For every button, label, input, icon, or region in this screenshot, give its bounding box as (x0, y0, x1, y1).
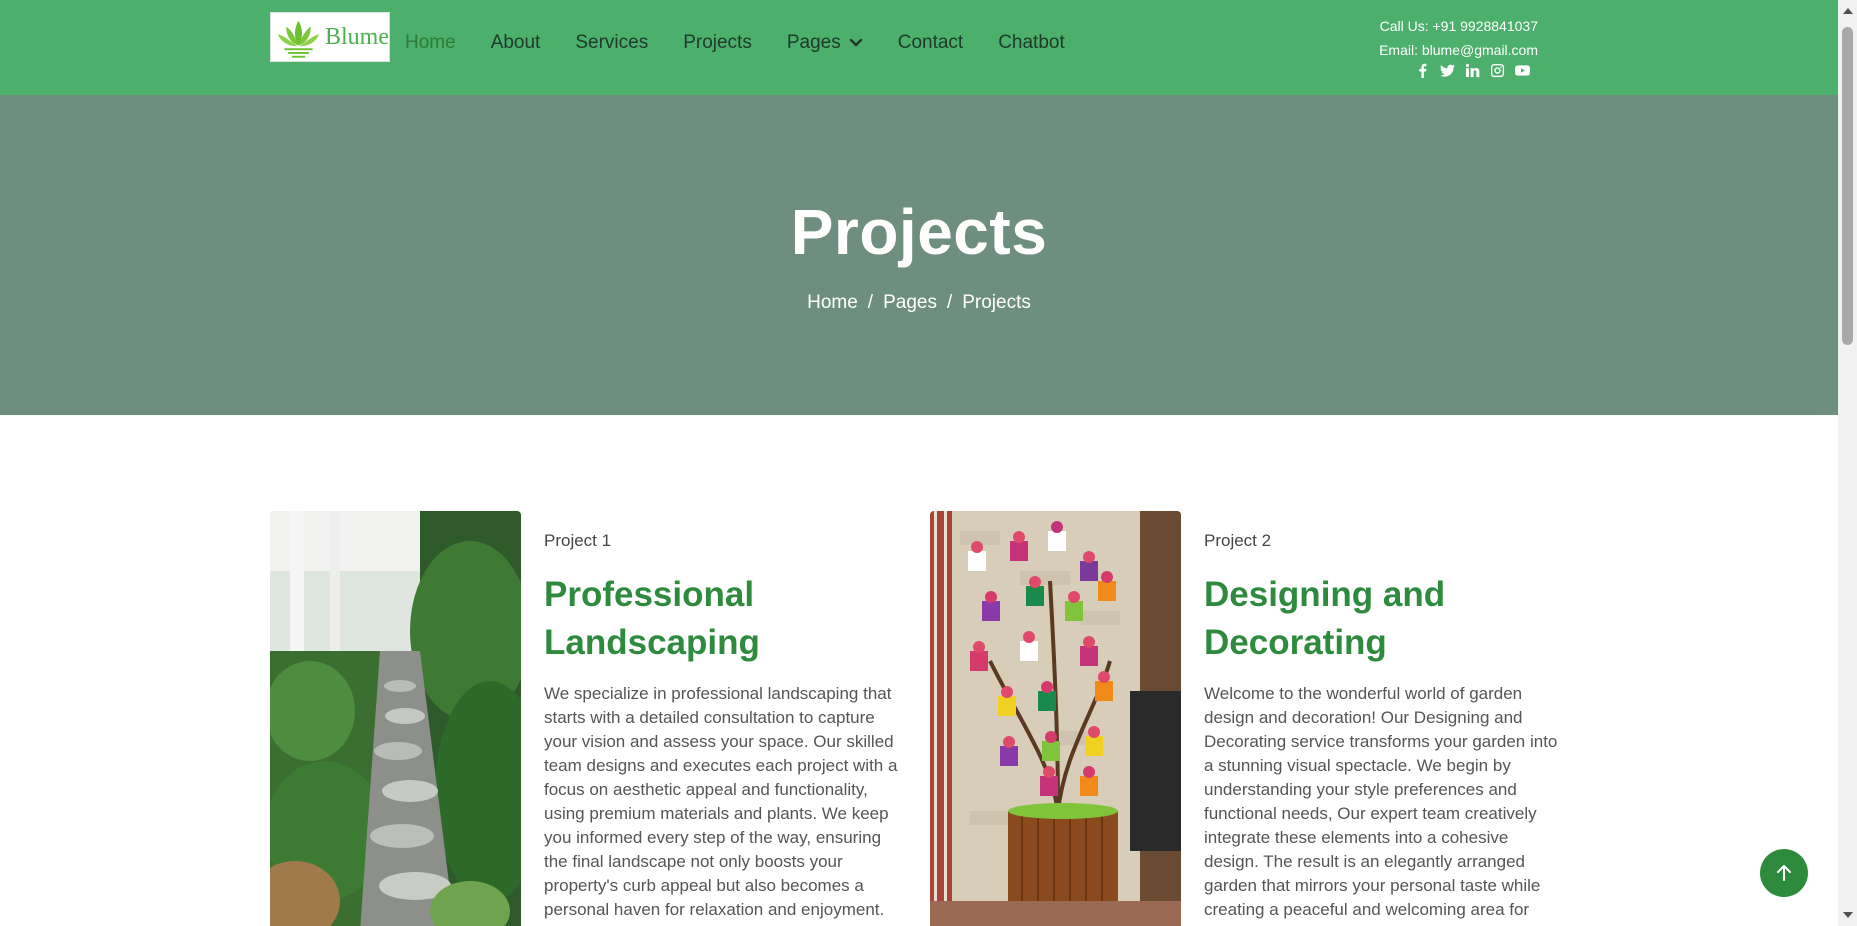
page-scrollbar[interactable] (1838, 0, 1857, 926)
project-2-title-line1: Designing and (1204, 575, 1446, 614)
email-text[interactable]: Email: blume@gmail.com (1379, 38, 1538, 62)
breadcrumb: Home / Pages / Projects (0, 292, 1838, 314)
linkedin-icon[interactable] (1464, 62, 1480, 78)
nav-projects[interactable]: Projects (683, 32, 752, 54)
page-title: Projects (790, 196, 1048, 268)
arrow-up-icon (1777, 865, 1791, 881)
contact-info: Call Us: +91 9928841037 Email: blume@gma… (1379, 14, 1538, 62)
site-logo[interactable]: Blume (270, 12, 390, 62)
page-hero: Projects Home / Pages / Projects (0, 95, 1838, 415)
flower-pot-wall-photo (930, 511, 1181, 926)
project-1-image (270, 511, 521, 926)
breadcrumb-separator: / (946, 292, 953, 313)
breadcrumb-current: Projects (962, 292, 1031, 313)
project-1-title: Professional Landscaping (544, 571, 760, 667)
nav-contact[interactable]: Contact (898, 32, 963, 54)
twitter-icon[interactable] (1439, 62, 1455, 78)
scrollbar-thumb[interactable] (1842, 27, 1853, 345)
nav-pages-label: Pages (786, 32, 841, 53)
scroll-down-arrow-icon[interactable] (1843, 912, 1853, 918)
project-2-image (930, 511, 1181, 926)
back-to-top-button[interactable] (1760, 849, 1808, 897)
project-2-number: Project 2 (1204, 531, 1272, 550)
top-header: Blume Home About Services Projects Pages… (0, 0, 1838, 95)
scroll-up-arrow-icon[interactable] (1843, 8, 1853, 14)
instagram-icon[interactable] (1489, 62, 1505, 78)
breadcrumb-separator: / (867, 292, 874, 313)
chevron-down-icon (849, 38, 862, 47)
facebook-icon[interactable] (1414, 62, 1430, 78)
logo-text: Blume (325, 23, 389, 50)
project-2-description: Welcome to the wonderful world of garden… (1204, 684, 1558, 926)
project-1-number: Project 1 (544, 531, 612, 550)
youtube-icon[interactable] (1514, 62, 1530, 78)
project-1-title-line2: Landscaping (544, 623, 760, 662)
main-nav: Home About Services Projects Pages Conta… (405, 32, 1100, 54)
garden-path-photo (270, 511, 521, 926)
phone-text: Call Us: +91 9928841037 (1379, 18, 1538, 34)
nav-about[interactable]: About (491, 32, 541, 54)
project-1-description: We specialize in professional landscapin… (544, 684, 898, 919)
social-links (1414, 62, 1539, 78)
nav-pages-dropdown[interactable]: Pages (787, 32, 863, 54)
project-1-title-line1: Professional (544, 575, 755, 614)
breadcrumb-pages[interactable]: Pages (883, 292, 937, 313)
nav-chatbot[interactable]: Chatbot (998, 32, 1065, 54)
lotus-logo-icon (277, 21, 320, 58)
project-2-title-line2: Decorating (1204, 623, 1387, 662)
nav-services[interactable]: Services (575, 32, 648, 54)
nav-home[interactable]: Home (405, 32, 456, 54)
breadcrumb-home[interactable]: Home (807, 292, 858, 313)
project-2-title: Designing and Decorating (1204, 571, 1445, 667)
